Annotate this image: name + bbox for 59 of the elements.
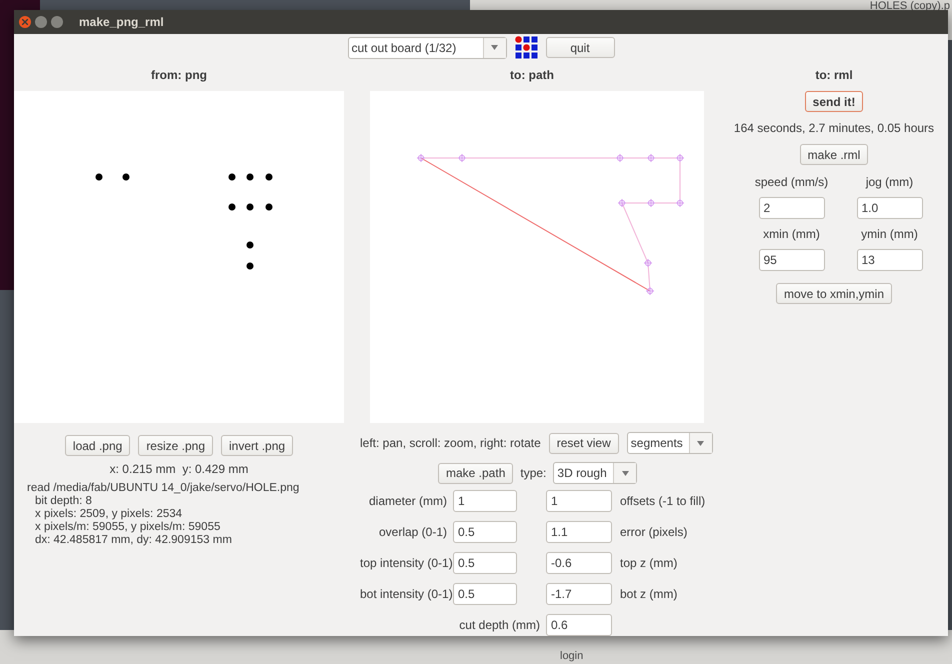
- file-info-line: bit depth: 8: [34, 495, 93, 508]
- input-field[interactable]: 0.5: [453, 552, 517, 574]
- dropdown-caret-icon: [697, 440, 704, 446]
- dropdown-caret-icon: [491, 45, 498, 50]
- input-field[interactable]: 13: [856, 249, 922, 271]
- dropdown-caret-icon: [622, 470, 629, 476]
- field-label: diameter (mm): [368, 494, 448, 508]
- field-label: top z (mm): [619, 556, 678, 570]
- png-action-button[interactable]: load .png: [64, 435, 130, 456]
- input-field[interactable]: -1.7: [546, 583, 612, 605]
- make-rml-button[interactable]: make .rml: [800, 144, 868, 165]
- png-action-button[interactable]: invert .png: [221, 435, 294, 456]
- file-info-line: x pixels: 2509, y pixels: 2534: [34, 508, 184, 521]
- desktop-file-label: login: [560, 650, 584, 662]
- file-info-line: read /media/fab/UBUNTU 14_0/jake/servo/HOLE.png: [27, 482, 300, 495]
- column-heading: from: png: [151, 68, 207, 83]
- close-icon[interactable]: [19, 16, 31, 28]
- field-label: top intensity (0-1): [359, 556, 453, 570]
- field-label: bot intensity (0-1): [359, 587, 453, 601]
- reset-view-button[interactable]: reset view: [548, 432, 619, 454]
- input-field[interactable]: 95: [758, 249, 824, 271]
- field-label: offsets (-1 to fill): [619, 494, 706, 508]
- field-label: overlap (0-1): [378, 525, 448, 539]
- field-label: jog (mm): [866, 175, 914, 189]
- dot-grid-icon[interactable]: [514, 36, 538, 59]
- field-label: xmin (mm): [763, 227, 820, 241]
- column-heading: to: rml: [815, 68, 853, 83]
- window-title: make_png_rml: [79, 15, 164, 29]
- quit-button[interactable]: quit: [546, 37, 614, 58]
- send-button[interactable]: send it!: [804, 91, 864, 112]
- input-field[interactable]: 1: [546, 490, 612, 512]
- field-label: bot z (mm): [619, 587, 678, 601]
- input-field[interactable]: 1.0: [856, 197, 922, 219]
- coordinates-text: x: 0.215 mm y: 0.429 mm: [110, 462, 248, 476]
- input-field[interactable]: 1: [453, 490, 517, 512]
- field-label: error (pixels): [619, 525, 688, 539]
- minimize-icon[interactable]: [35, 16, 47, 28]
- input-field[interactable]: 1.1: [546, 521, 612, 543]
- type-label: type:: [520, 466, 546, 480]
- column-heading: to: path: [510, 68, 554, 83]
- move-button[interactable]: move to xmin,ymin: [776, 283, 892, 304]
- input-field[interactable]: 0.5: [453, 521, 517, 543]
- field-label: cut depth (mm): [458, 618, 541, 632]
- field-label: ymin (mm): [861, 227, 918, 241]
- path-type-dropdown[interactable]: 3D rough: [553, 462, 638, 484]
- field-label: speed (mm/s): [754, 175, 828, 189]
- input-field[interactable]: 2: [758, 197, 824, 219]
- input-field[interactable]: 0.6: [546, 614, 612, 636]
- input-field[interactable]: 0.5: [453, 583, 517, 605]
- make-path-button[interactable]: make .path: [438, 462, 514, 484]
- time-estimate-text: 164 seconds, 2.7 minutes, 0.05 hours: [734, 121, 934, 135]
- file-info-line: dx: 42.485817 mm, dy: 42.909153 mm: [34, 534, 233, 547]
- png-action-button[interactable]: resize .png: [138, 435, 214, 456]
- process-dropdown[interactable]: cut out board (1/32): [348, 36, 506, 58]
- file-info-line: x pixels/m: 59055, y pixels/m: 59055: [34, 521, 222, 534]
- view-mode-dropdown[interactable]: segments: [626, 432, 713, 454]
- mouse-hint-text: left: pan, scroll: zoom, right: rotate: [360, 436, 541, 450]
- maximize-icon[interactable]: [51, 16, 63, 28]
- input-field[interactable]: -0.6: [546, 552, 612, 574]
